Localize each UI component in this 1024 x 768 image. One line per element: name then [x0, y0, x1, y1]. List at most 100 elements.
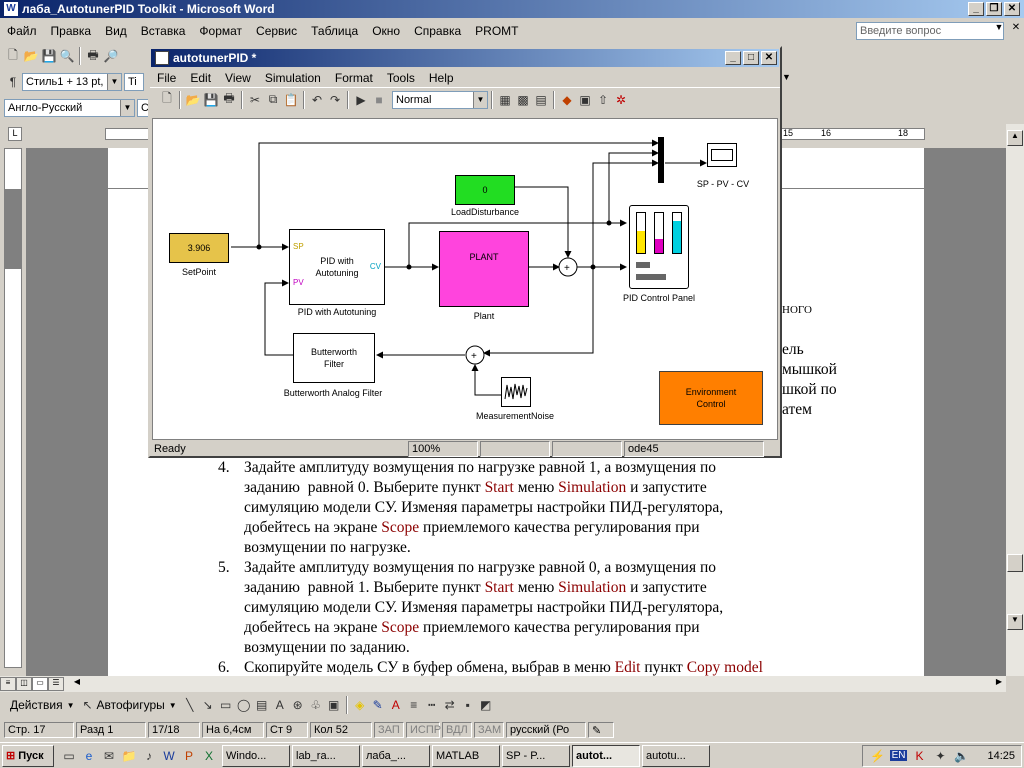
new-doc-icon[interactable]: 🗋 [4, 47, 22, 65]
excel-icon[interactable]: X [200, 747, 218, 765]
butterworth-filter-block[interactable]: Butterworth Filter [293, 333, 375, 383]
line-color-icon[interactable]: ✎ [369, 696, 387, 714]
model-explorer-icon[interactable]: ▣ [576, 91, 594, 109]
build-icon[interactable]: ▦ [496, 91, 514, 109]
undo-icon[interactable]: ↶ [308, 91, 326, 109]
desktop-icon[interactable]: ▭ [60, 747, 78, 765]
autoshapes-menu[interactable]: Автофигуры [97, 698, 165, 712]
status-rec[interactable]: ЗАП [374, 722, 404, 738]
vertical-scrollbar[interactable]: ▲ ▼ [1006, 124, 1024, 676]
dash-style-icon[interactable]: ┅ [423, 696, 441, 714]
start-button[interactable]: ⊞ Пуск [2, 744, 54, 767]
tab-selector-icon[interactable]: L [8, 127, 22, 141]
line-style-icon[interactable]: ≡ [405, 696, 423, 714]
mux-block[interactable] [658, 137, 664, 183]
save-icon[interactable]: 💾 [40, 47, 58, 65]
pid-block[interactable]: PID with Autotuning SP PV CV [289, 229, 385, 305]
menu-item[interactable]: Help [422, 71, 461, 85]
print-layout-icon[interactable]: ▭ [32, 677, 48, 691]
taskbar-window-button[interactable]: SP - P... [502, 744, 570, 767]
maximize-button[interactable]: □ [743, 51, 759, 65]
taskbar-window-button[interactable]: лаба_... [362, 744, 430, 767]
menu-item[interactable]: Edit [183, 71, 218, 85]
tray-icon[interactable]: ⚡ [869, 747, 887, 765]
3d-icon[interactable]: ◩ [477, 696, 495, 714]
line-icon[interactable]: ╲ [181, 696, 199, 714]
word-icon[interactable]: W [160, 747, 178, 765]
close-icon[interactable]: ✕ [1010, 22, 1022, 38]
scroll-down-icon[interactable]: ▼ [1007, 614, 1023, 630]
tray-language-indicator[interactable]: EN [889, 750, 908, 761]
powerpoint-icon[interactable]: P [180, 747, 198, 765]
minimize-button[interactable]: _ [725, 51, 741, 65]
permission-icon[interactable]: 🔍 [58, 47, 76, 65]
open-icon[interactable]: 📂 [184, 91, 202, 109]
ie-icon[interactable]: e [80, 747, 98, 765]
redo-icon[interactable]: ↷ [326, 91, 344, 109]
new-model-icon[interactable]: 🗋 [158, 91, 176, 109]
preview-icon[interactable]: 🔎 [102, 47, 120, 65]
arrow-icon[interactable]: ↘ [199, 696, 217, 714]
menu-item[interactable]: Вставка [134, 24, 193, 38]
toolbar-overflow-icon[interactable]: ▼ [782, 72, 802, 92]
status-ovr[interactable]: ЗАМ [474, 722, 504, 738]
update-diagram-icon[interactable]: ▩ [514, 91, 532, 109]
pid-control-panel-block[interactable] [629, 205, 689, 289]
chevron-down-icon[interactable]: ▼ [992, 22, 1006, 38]
taskbar-window-button[interactable]: lab_ra... [292, 744, 360, 767]
restore-button[interactable]: ❐ [986, 2, 1002, 16]
actions-menu[interactable]: Действия [10, 698, 63, 712]
scope-block[interactable] [707, 143, 737, 167]
arrow-style-icon[interactable]: ⇄ [441, 696, 459, 714]
rectangle-icon[interactable]: ▭ [217, 696, 235, 714]
menu-item[interactable]: Сервис [249, 24, 304, 38]
spelling-status-icon[interactable]: ✎ [588, 722, 614, 738]
wordart-icon[interactable]: A [271, 696, 289, 714]
menu-item[interactable]: PROMT [468, 24, 525, 38]
select-objects-icon[interactable]: ↖ [79, 696, 97, 714]
status-ext[interactable]: ВДЛ [442, 722, 472, 738]
cut-icon[interactable]: ✂ [246, 91, 264, 109]
taskbar-window-button[interactable]: MATLAB [432, 744, 500, 767]
minimize-button[interactable]: _ [968, 2, 984, 16]
menu-item[interactable]: Формат [192, 24, 249, 38]
picture-icon[interactable]: ▣ [325, 696, 343, 714]
volume-icon[interactable]: 🔈 [952, 747, 970, 765]
library-browser-icon[interactable]: ◆ [558, 91, 576, 109]
measurement-noise-block[interactable] [501, 377, 531, 407]
environment-control-block[interactable]: Environment Control [659, 371, 763, 425]
outlook-icon[interactable]: ✉ [100, 747, 118, 765]
go-to-parent-icon[interactable]: ⇧ [594, 91, 612, 109]
help-question-input[interactable]: Введите вопрос [856, 22, 1004, 40]
debug-icon[interactable]: ✲ [612, 91, 630, 109]
web-view-icon[interactable]: ◫ [16, 677, 32, 691]
menu-item[interactable]: Format [328, 71, 380, 85]
setpoint-block[interactable]: 3.906 [169, 233, 229, 263]
menu-item[interactable]: Таблица [304, 24, 365, 38]
shadow-icon[interactable]: ▪ [459, 696, 477, 714]
scroll-left-icon[interactable]: ◀ [70, 677, 84, 691]
outline-view-icon[interactable]: ☰ [48, 677, 64, 691]
font-combo[interactable]: Ti [124, 73, 144, 91]
print-icon[interactable]: 🖶 [220, 91, 238, 109]
taskbar-window-button[interactable]: Windo... [222, 744, 290, 767]
plant-block[interactable]: PLANT [439, 231, 529, 307]
scroll-up-icon[interactable]: ▲ [1007, 130, 1023, 146]
menu-item[interactable]: Справка [407, 24, 468, 38]
menu-item[interactable]: Файл [0, 24, 44, 38]
normal-view-icon[interactable]: ≡ [0, 677, 16, 691]
open-icon[interactable]: 📂 [22, 47, 40, 65]
font-color-icon[interactable]: A [387, 696, 405, 714]
folder-icon[interactable]: 📁 [120, 747, 138, 765]
style-combo[interactable]: Стиль1 + 13 pt, ▼ [22, 73, 122, 91]
scroll-thumb[interactable] [1007, 554, 1023, 572]
build-subsystem-icon[interactable]: ▤ [532, 91, 550, 109]
clipart-icon[interactable]: ♧ [307, 696, 325, 714]
menu-item[interactable]: File [150, 71, 183, 85]
menu-item[interactable]: Вид [98, 24, 134, 38]
textbox-icon[interactable]: ▤ [253, 696, 271, 714]
menu-item[interactable]: Окно [365, 24, 407, 38]
media-icon[interactable]: ♪ [140, 747, 158, 765]
tray-icon[interactable]: ✦ [931, 747, 949, 765]
menu-item[interactable]: View [218, 71, 258, 85]
